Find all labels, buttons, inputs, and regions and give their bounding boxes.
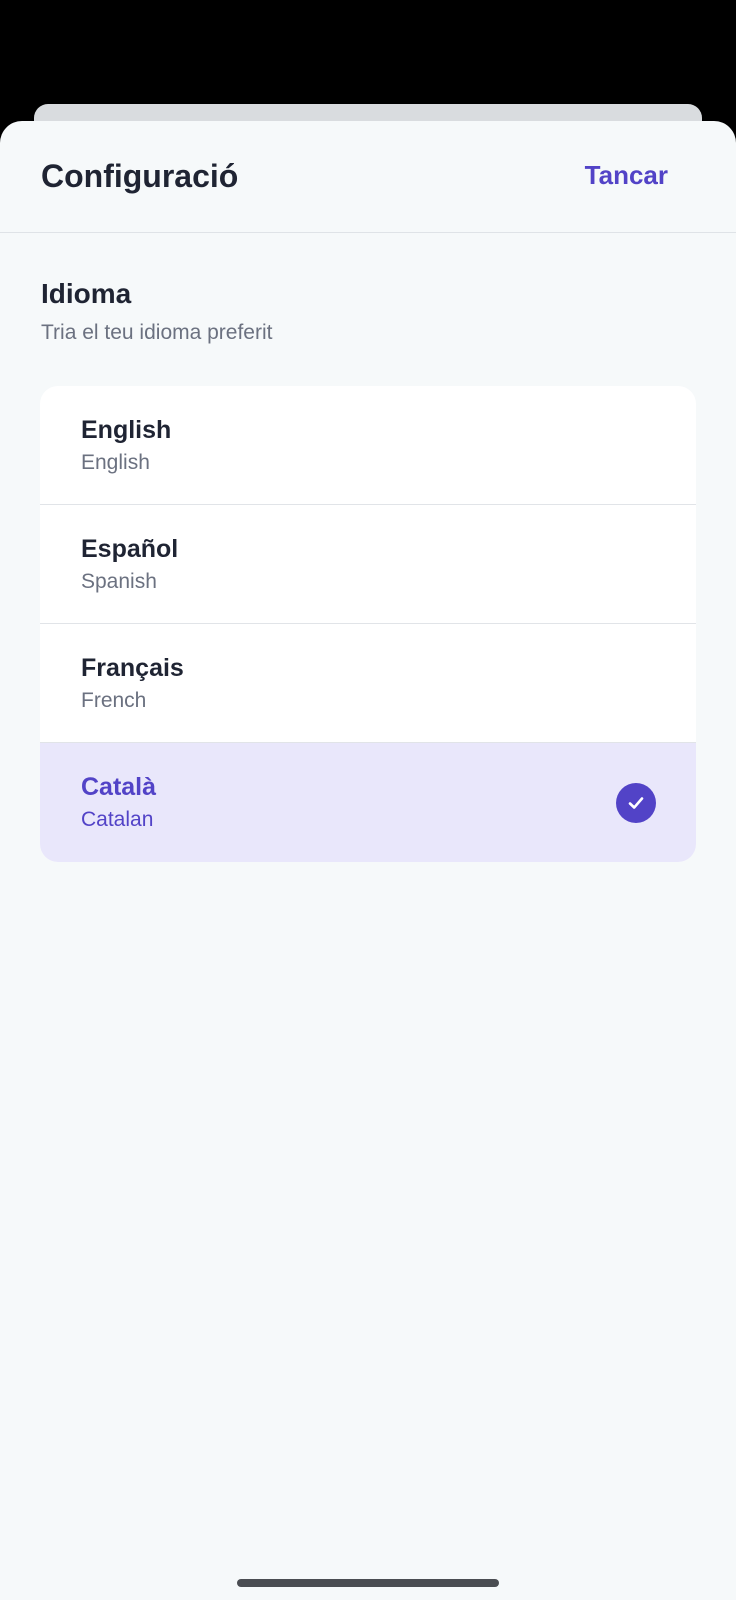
section-title: Idioma [41,278,132,309]
language-option-french[interactable]: Français French [40,624,696,743]
language-name: Français [81,654,184,682]
language-list: English English Español Spanish Français… [40,386,696,862]
screen: Configuració Tancar Idioma Tria el teu i… [0,0,736,1600]
language-subtitle: French [81,689,147,712]
language-name: English [81,416,172,444]
language-option-spanish[interactable]: Español Spanish [40,505,696,624]
language-subtitle: Spanish [81,570,157,593]
page-title: Configuració [41,158,239,194]
language-option-catalan[interactable]: Català Catalan [40,743,696,862]
close-button[interactable]: Tancar [585,157,668,193]
language-name: Català [81,773,157,801]
section-subtitle: Tria el teu idioma preferit [41,321,273,344]
sheet-header: Configuració Tancar [0,121,736,233]
check-circle-icon [616,783,656,823]
language-option-english[interactable]: English English [40,386,696,505]
checkmark-icon [628,797,644,809]
language-subtitle: English [81,451,150,474]
settings-sheet: Configuració Tancar Idioma Tria el teu i… [0,121,736,1600]
language-name: Español [81,535,179,563]
home-indicator [237,1579,499,1587]
language-subtitle: Catalan [81,808,154,831]
